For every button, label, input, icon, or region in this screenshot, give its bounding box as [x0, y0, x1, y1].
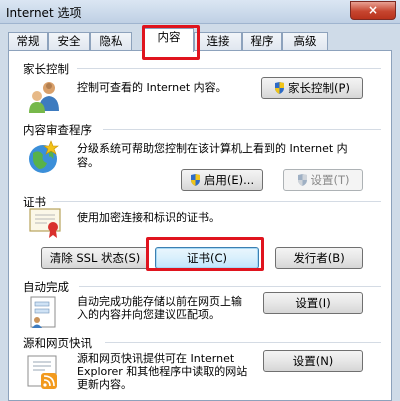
autocomplete-desc-line1: 自动完成功能存储以前在网页上输	[77, 295, 242, 308]
advisor-desc-line2: 容。	[77, 156, 99, 169]
clear-ssl-state-button[interactable]: 清除 SSL 状态(S)	[41, 247, 149, 269]
certificates-desc: 使用加密连接和标识的证书。	[77, 211, 220, 224]
section-divider	[103, 129, 381, 130]
tab-security[interactable]: 安全	[48, 32, 90, 51]
feeds-desc-line2: Explorer 和其他程序中读取的网站	[77, 365, 248, 378]
feeds-desc-line1: 源和网页快讯提供可在 Internet	[77, 352, 235, 365]
section-divider	[53, 201, 381, 202]
uac-shield-icon	[190, 174, 200, 186]
parental-controls-icon	[29, 82, 59, 113]
parental-controls-button[interactable]: 家长控制(P)	[261, 77, 363, 99]
tab-content[interactable]: 内容	[144, 28, 194, 52]
close-icon: ×	[367, 3, 379, 17]
content-advisor-globe-icon	[29, 140, 59, 173]
parental-section-title: 家长控制	[23, 62, 69, 76]
tab-general[interactable]: 常规	[8, 32, 48, 51]
parental-controls-button-label: 家长控制(P)	[288, 81, 350, 95]
tab-connections[interactable]: 连接	[194, 32, 242, 51]
feeds-section-title: 源和网页快讯	[23, 336, 92, 350]
parental-desc: 控制可查看的 Internet 内容。	[77, 81, 227, 94]
title-bar: Internet 选项 ×	[0, 0, 400, 24]
section-divider	[77, 68, 381, 69]
publishers-button[interactable]: 发行者(B)	[275, 247, 363, 269]
autocomplete-desc-line2: 入的内容并向您建议匹配项。	[77, 308, 220, 321]
advisor-settings-button-label: 设置(T)	[310, 173, 350, 187]
autocomplete-form-icon	[30, 296, 56, 328]
section-divider	[79, 286, 381, 287]
tab-programs[interactable]: 程序	[242, 32, 282, 51]
advisor-desc-line1: 分级系统可帮助您控制在该计算机上看到的 Internet 内	[77, 142, 348, 155]
autocomplete-settings-button[interactable]: 设置(I)	[263, 292, 363, 314]
feeds-settings-button[interactable]: 设置(N)	[263, 350, 363, 372]
tab-privacy[interactable]: 隐私	[90, 32, 132, 51]
uac-shield-icon	[275, 82, 285, 94]
certificate-icon	[29, 208, 61, 238]
section-divider	[105, 342, 381, 343]
advisor-section-title: 内容审查程序	[23, 123, 92, 137]
window-title: Internet 选项	[6, 6, 82, 20]
close-button[interactable]: ×	[350, 1, 396, 20]
advisor-settings-button[interactable]: 设置(T)	[283, 169, 363, 191]
feeds-icon	[27, 355, 57, 389]
advisor-enable-button[interactable]: 启用(E)...	[181, 169, 263, 191]
certificates-button[interactable]: 证书(C)	[155, 247, 259, 269]
uac-shield-icon	[297, 174, 307, 186]
content-panel: 家长控制 控制可查看的 Internet 内容。 家长控制(P) 内容审查程序 …	[8, 50, 392, 401]
advisor-enable-button-label: 启用(E)...	[203, 173, 255, 187]
tab-advanced[interactable]: 高级	[282, 32, 328, 51]
feeds-desc-line3: 更新内容。	[77, 378, 132, 391]
